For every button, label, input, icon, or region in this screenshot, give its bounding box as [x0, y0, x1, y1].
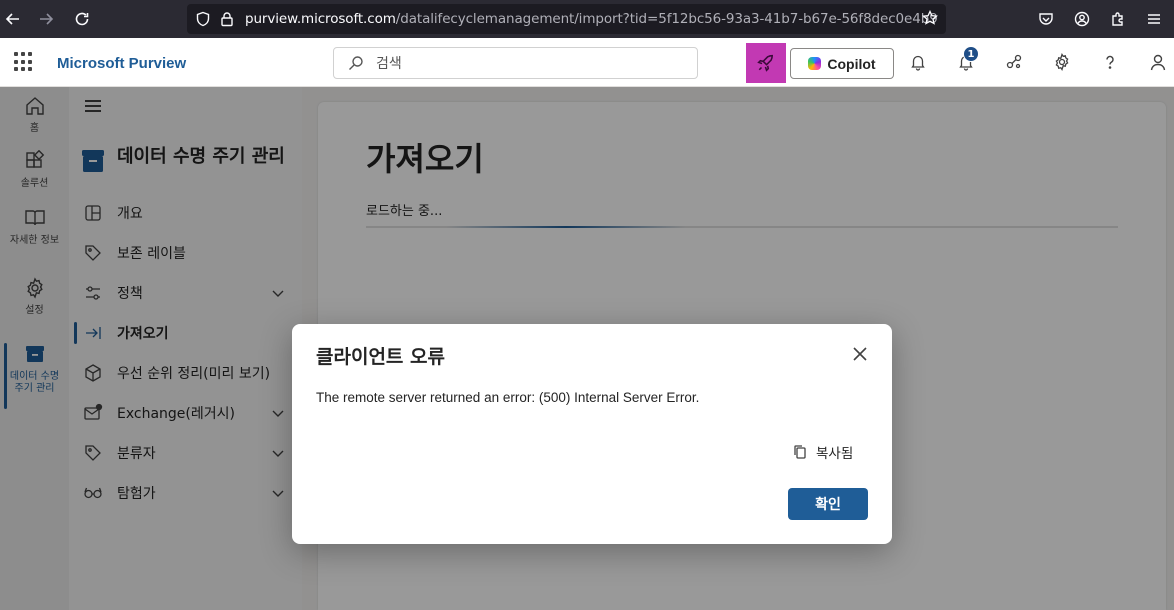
help-button[interactable] — [1097, 49, 1123, 75]
arrow-right-icon — [40, 13, 54, 25]
ok-button[interactable]: 확인 — [788, 488, 868, 520]
notification-badge: 1 — [963, 46, 979, 62]
url-text: purview.microsoft.com/datalifecyclemanag… — [245, 11, 938, 27]
copy-label: 복사됨 — [816, 446, 854, 462]
close-icon[interactable] — [850, 344, 870, 364]
bell-icon — [911, 55, 925, 71]
account-button[interactable] — [1066, 6, 1098, 32]
search-input[interactable]: 검색 — [333, 47, 698, 79]
profile-button[interactable] — [1145, 49, 1171, 75]
error-dialog: 클라이언트 오류 The remote server returned an e… — [292, 324, 892, 544]
app-header: Microsoft Purview 검색 Copilot 1 — [0, 38, 1174, 87]
copilot-icon — [808, 57, 822, 70]
browser-toolbar: purview.microsoft.com/datalifecyclemanag… — [0, 0, 1174, 38]
notifications-button[interactable] — [905, 49, 931, 75]
person-icon — [1150, 54, 1166, 71]
hamburger-icon — [1148, 14, 1160, 24]
search-icon — [349, 56, 363, 70]
browser-toolbar-right — [1030, 0, 1174, 38]
gear-icon — [1055, 53, 1069, 71]
connections-button[interactable] — [1001, 49, 1027, 75]
question-icon — [1106, 55, 1114, 69]
menu-button[interactable] — [1138, 6, 1170, 32]
copilot-feature-button[interactable] — [746, 43, 786, 83]
search-placeholder: 검색 — [376, 56, 402, 72]
url-path: /datalifecyclemanagement/import?tid=5f12… — [395, 11, 938, 27]
rocket-icon — [757, 54, 773, 72]
app-title[interactable]: Microsoft Purview — [57, 55, 186, 72]
copy-button[interactable]: 복사됨 — [792, 441, 853, 463]
dialog-title: 클라이언트 오류 — [316, 346, 445, 368]
dialog-message: The remote server returned an error: (50… — [316, 390, 700, 405]
pocket-icon — [1039, 13, 1053, 25]
lock-icon — [221, 12, 233, 27]
forward-button[interactable] — [33, 6, 59, 32]
pocket-button[interactable] — [1030, 6, 1062, 32]
url-host: purview.microsoft.com — [245, 11, 396, 27]
copy-icon — [794, 445, 806, 459]
address-bar[interactable]: purview.microsoft.com/datalifecyclemanag… — [187, 4, 946, 34]
share-nodes-icon — [1006, 54, 1022, 69]
account-icon — [1074, 11, 1090, 27]
back-button[interactable] — [0, 6, 26, 32]
shield-icon — [196, 11, 210, 27]
arrow-left-icon — [5, 13, 19, 25]
copilot-label: Copilot — [827, 55, 876, 72]
copilot-button[interactable]: Copilot — [790, 48, 894, 79]
reload-button[interactable] — [69, 6, 95, 32]
reload-icon — [75, 12, 89, 26]
extensions-button[interactable] — [1102, 6, 1134, 32]
puzzle-icon — [1112, 12, 1123, 26]
app-launcher-icon[interactable] — [14, 52, 34, 72]
star-icon[interactable] — [922, 10, 938, 26]
settings-button[interactable] — [1049, 49, 1075, 75]
